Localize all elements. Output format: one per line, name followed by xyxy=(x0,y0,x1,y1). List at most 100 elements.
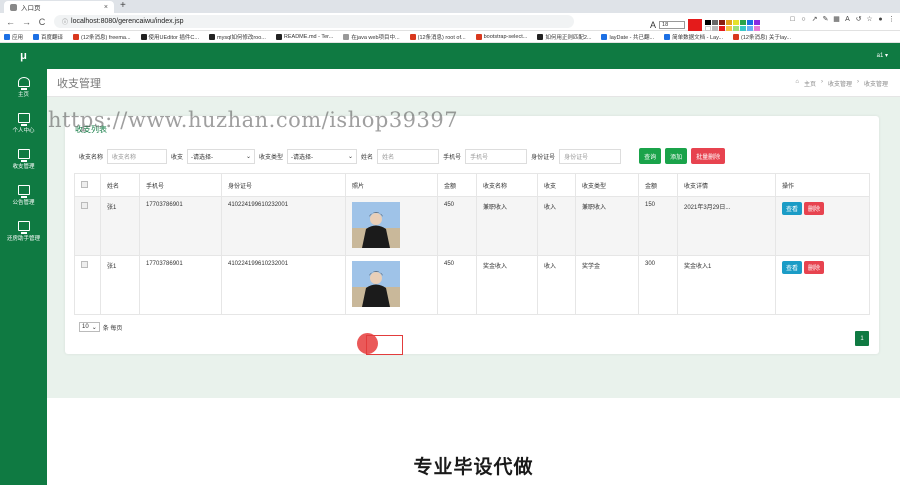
color-swatch[interactable] xyxy=(719,25,726,31)
arrow-tool-icon[interactable]: ↗ xyxy=(810,15,819,23)
kind-filter-value: -请选择- xyxy=(291,154,314,161)
back-icon[interactable]: ← xyxy=(6,17,15,27)
bookmark-item[interactable]: mysql如何修改roo... xyxy=(208,33,266,41)
id-filter-label: 身份证号 xyxy=(531,154,556,161)
color-swatch[interactable] xyxy=(733,25,740,31)
color-swatch[interactable] xyxy=(719,19,726,25)
rectangle-tool-icon[interactable]: □ xyxy=(788,16,797,23)
bookmark-item[interactable]: 使用UEditor 插件C... xyxy=(140,33,199,41)
color-swatch[interactable] xyxy=(747,25,754,31)
menu-icon[interactable]: ⋮ xyxy=(887,15,896,23)
monitor-icon xyxy=(17,112,30,126)
reload-icon[interactable]: C xyxy=(38,17,46,27)
bookmark-item[interactable]: 简单数据文档 - Lay... xyxy=(664,33,723,41)
bookmark-item[interactable]: (12条消息) 关于lay... xyxy=(733,33,791,41)
color-swatch[interactable] xyxy=(754,19,761,25)
color-swatch[interactable] xyxy=(747,19,754,25)
current-color-swatch[interactable] xyxy=(688,19,703,31)
kind-filter-select[interactable]: -请选择- ⌄ xyxy=(287,148,358,164)
bookmark-item[interactable]: 百度翻译 xyxy=(33,33,63,41)
phone-filter-label: 手机号 xyxy=(443,154,462,161)
select-all-cell xyxy=(74,173,101,197)
cell-amount: 300 xyxy=(638,255,678,315)
cell-kind: 奖学金 xyxy=(575,255,639,315)
bookmark-item[interactable]: (12条消息) root of... xyxy=(409,33,466,41)
color-swatch[interactable] xyxy=(705,25,712,31)
batch-delete-button[interactable]: 批量删除 xyxy=(691,148,726,164)
user-menu[interactable]: a1 ▾ xyxy=(877,52,888,59)
cell-amount: 150 xyxy=(638,196,678,256)
cell-kind: 兼职收入 xyxy=(575,196,639,256)
page-number-button[interactable]: 1 xyxy=(855,331,869,346)
type-filter-value: -请选择- xyxy=(191,154,214,161)
name-filter-input[interactable]: 收支名称 xyxy=(107,148,168,164)
phone-filter-input[interactable]: 手机号 xyxy=(465,148,528,164)
add-button[interactable]: 添加 xyxy=(665,148,688,164)
table-row: 张1 17703786901 410224199610232001 450 奖金… xyxy=(74,255,870,315)
chevron-down-icon: ⌄ xyxy=(91,324,97,331)
view-button[interactable]: 查看 xyxy=(782,261,803,274)
undo-icon[interactable]: ↺ xyxy=(854,15,863,23)
delete-button[interactable]: 删除 xyxy=(804,202,825,215)
bookmark-item[interactable]: layDate - 共已翻... xyxy=(601,33,654,41)
sidebar-item-personal[interactable]: 个人中心 xyxy=(0,105,47,141)
page-size-select[interactable]: 10 ⌄ xyxy=(79,322,100,332)
person-filter-input[interactable]: 姓名 xyxy=(377,148,440,164)
color-swatch[interactable] xyxy=(726,19,733,25)
browser-tab[interactable]: 入口页 × xyxy=(4,1,114,13)
row-checkbox[interactable] xyxy=(81,202,88,209)
app-logo[interactable]: μ xyxy=(0,43,47,69)
breadcrumb-item[interactable]: 主页 xyxy=(804,79,816,88)
bookmark-item[interactable]: 应用 xyxy=(4,33,23,41)
bookmark-item[interactable]: README.md - Ter... xyxy=(275,33,333,40)
view-button[interactable]: 查看 xyxy=(782,202,803,215)
font-size-select[interactable]: 18 xyxy=(659,21,686,29)
bookmark-item[interactable]: (12条消息) freema... xyxy=(73,33,131,41)
circle-tool-icon[interactable]: ○ xyxy=(799,16,808,23)
color-swatch[interactable] xyxy=(733,19,740,25)
tab-close-icon[interactable]: × xyxy=(104,4,108,11)
person-filter-label: 姓名 xyxy=(361,154,374,161)
sidebar-item-finance[interactable]: 收支管理 xyxy=(0,141,47,177)
monitor-icon xyxy=(17,184,30,198)
id-filter-input[interactable]: 身份证号 xyxy=(559,148,622,164)
color-swatch[interactable] xyxy=(754,25,761,31)
type-filter-select[interactable]: -请选择- ⌄ xyxy=(187,148,256,164)
breadcrumb-separator: › xyxy=(856,79,859,85)
new-tab-button[interactable]: + xyxy=(120,0,126,11)
cell-direction: 收入 xyxy=(537,196,576,256)
forward-icon[interactable]: → xyxy=(22,17,31,27)
color-swatch[interactable] xyxy=(740,19,747,25)
pen-tool-icon[interactable]: ✎ xyxy=(821,15,830,23)
color-swatch[interactable] xyxy=(726,25,733,31)
star-icon[interactable]: ☆ xyxy=(865,15,874,23)
profile-icon[interactable]: ● xyxy=(876,16,885,23)
sidebar-item-assistant[interactable]: 还房助手管理 xyxy=(0,213,47,249)
breadcrumb-item[interactable]: 收支管理 xyxy=(828,79,852,88)
color-swatch[interactable] xyxy=(712,19,719,25)
color-swatch[interactable] xyxy=(740,25,747,31)
sidebar-item-notice[interactable]: 公告管理 xyxy=(0,177,47,213)
url-field[interactable]: ⓘ localhost:8080/gerencaiwu/index.jsp xyxy=(54,15,574,28)
browser-toolbar: □ ○ ↗ ✎ ▦ A ↺ ☆ ● ⋮ xyxy=(788,15,896,24)
delete-button[interactable]: 删除 xyxy=(804,261,825,274)
row-checkbox[interactable] xyxy=(81,261,88,268)
translate-icon xyxy=(33,33,40,40)
bookmark-item[interactable]: 如何用正则匹配2... xyxy=(537,33,591,41)
color-swatch[interactable] xyxy=(712,25,719,31)
select-all-checkbox[interactable] xyxy=(81,180,88,188)
cell-actions: 查看 删除 xyxy=(775,255,870,315)
bookmark-item[interactable]: bootstrap-select... xyxy=(475,33,527,40)
site-icon xyxy=(343,33,350,40)
text-tool-icon[interactable]: A xyxy=(843,16,852,23)
cell-detail: 2021年3月29日... xyxy=(677,196,776,256)
bookmark-item[interactable]: 在java web项目中... xyxy=(343,33,400,41)
color-swatch[interactable] xyxy=(705,19,712,25)
sidebar-item-home[interactable]: 主页 xyxy=(0,69,47,105)
mosaic-tool-icon[interactable]: ▦ xyxy=(832,15,841,23)
row-select-cell xyxy=(74,196,101,256)
cell-id-number: 410224199610232001 xyxy=(221,196,346,256)
query-button[interactable]: 查询 xyxy=(639,148,662,164)
site-icon xyxy=(537,33,544,40)
column-header: 手机号 xyxy=(139,173,222,197)
